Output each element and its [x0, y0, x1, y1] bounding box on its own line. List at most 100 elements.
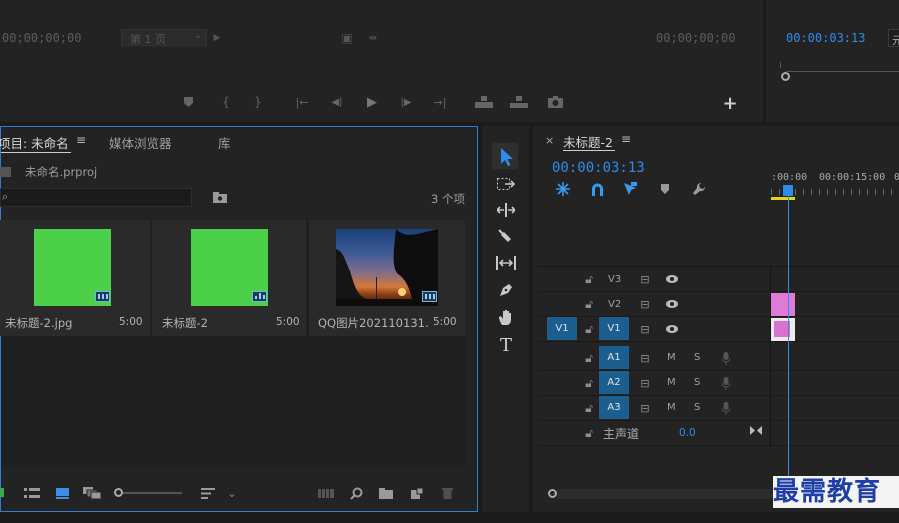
drag-audio-icon[interactable]: ⇹ [364, 31, 382, 45]
tab-project[interactable]: 项目: 未命名 ≡ [0, 133, 86, 151]
microphone-icon[interactable] [719, 375, 733, 391]
hamburger-icon[interactable]: ≡ [76, 133, 86, 147]
play-small-icon[interactable]: ▶ [210, 31, 224, 45]
trash-icon[interactable] [439, 485, 455, 501]
tab-media-browser[interactable]: 媒体浏览器 [109, 133, 172, 152]
play-icon[interactable]: ▶ [364, 94, 380, 110]
icon-view-icon[interactable] [54, 485, 70, 501]
zoom-slider[interactable] [120, 492, 182, 494]
step-forward-icon[interactable]: |▶ [398, 95, 414, 109]
list-view-icon[interactable] [23, 486, 41, 500]
master-volume-value[interactable]: 0.0 [679, 427, 696, 439]
new-bin-from-search-icon[interactable] [212, 190, 228, 204]
search-input[interactable]: ⌕ [0, 188, 192, 207]
go-to-in-icon[interactable]: |← [294, 95, 310, 109]
camera-icon[interactable] [546, 94, 564, 110]
program-timecode[interactable]: 00:00:03:13 [786, 31, 865, 45]
toggle-sync-lock-icon[interactable]: ⊟ [637, 401, 653, 415]
selection-tool[interactable] [492, 143, 518, 169]
new-bin-icon[interactable] [378, 486, 394, 500]
snap-magnet-icon[interactable] [589, 181, 605, 197]
source-timecode-right[interactable]: 00;00;00;00 [656, 31, 735, 45]
microphone-icon[interactable] [719, 350, 733, 366]
step-back-icon[interactable]: ◀| [329, 95, 345, 109]
clip-v2[interactable] [771, 293, 795, 316]
slip-tool-icon[interactable] [495, 254, 517, 272]
pen-tool-icon[interactable] [495, 281, 517, 299]
tab-library[interactable]: 库 [218, 133, 231, 152]
toggle-sync-lock-icon[interactable]: ⊟ [637, 297, 653, 311]
work-area-bar[interactable] [771, 197, 795, 200]
eye-icon[interactable] [664, 272, 680, 286]
list-item[interactable]: 未标题-2 5:00 [152, 220, 306, 336]
sort-icon[interactable] [200, 485, 216, 501]
track-lock-icon[interactable]: 🔓︎ [582, 376, 596, 390]
wrench-icon[interactable] [691, 181, 707, 197]
program-playhead-handle[interactable] [781, 72, 790, 81]
list-item[interactable]: 未标题-2.jpg 5:00 [0, 220, 150, 336]
insert-icon[interactable] [474, 94, 494, 110]
track-lock-icon[interactable]: 🔓︎ [582, 426, 596, 440]
linked-selection-icon[interactable] [622, 181, 638, 197]
marker-icon[interactable] [181, 95, 195, 109]
timeline-tab-title[interactable]: 未标题-2 [563, 132, 613, 151]
chevron-down-icon[interactable]: ⌄ [226, 485, 238, 501]
timeline-scroll-handle-left[interactable] [548, 489, 557, 498]
timeline-menu-icon[interactable]: ≡ [621, 132, 631, 146]
track-lock-icon[interactable]: 🔓︎ [582, 351, 596, 365]
nest-sequence-icon[interactable] [555, 181, 571, 197]
timeline-timecode[interactable]: 00:00:03:13 [552, 160, 645, 176]
source-patch-v1[interactable]: V1 [547, 317, 577, 340]
track-lock-icon[interactable]: 🔓︎ [582, 297, 596, 311]
timeline-close-button[interactable]: × [545, 134, 554, 147]
track-target-a2[interactable]: A2 [599, 371, 629, 394]
page-selector[interactable]: 第 1 页 ⌄ [121, 29, 207, 46]
track-lock-icon[interactable]: 🔓︎ [582, 401, 596, 415]
microphone-icon[interactable] [719, 400, 733, 416]
type-tool-icon[interactable]: T [495, 335, 517, 356]
find-icon[interactable] [348, 485, 364, 501]
list-item[interactable]: QQ图片202110131... 5:00 [309, 220, 465, 336]
automate-to-sequence-icon[interactable] [317, 486, 335, 500]
mark-in-icon[interactable]: { [219, 95, 233, 109]
add-marker-icon[interactable] [658, 182, 672, 196]
playhead-line[interactable] [788, 196, 789, 483]
freeform-view-icon[interactable] [82, 485, 102, 501]
solo-button[interactable]: S [694, 377, 700, 388]
source-timecode-left[interactable]: 00;00;00;00 [2, 31, 81, 45]
fit-dropdown[interactable]: 元 [888, 29, 899, 47]
zoom-slider-handle[interactable] [114, 488, 123, 497]
mute-button[interactable]: M [667, 377, 676, 388]
solo-button[interactable]: S [694, 402, 700, 413]
razor-tool-icon[interactable] [495, 228, 517, 246]
new-item-icon[interactable] [409, 486, 425, 500]
track-target-v1[interactable]: V1 [599, 317, 629, 340]
eye-icon[interactable] [664, 297, 680, 311]
ripple-edit-tool-icon[interactable] [495, 201, 517, 219]
add-button-icon[interactable]: + [721, 93, 739, 114]
mute-button[interactable]: M [667, 402, 676, 413]
hand-tool-icon[interactable] [495, 308, 517, 326]
lock-icon[interactable] [0, 488, 4, 497]
track-lock-icon[interactable]: 🔓︎ [582, 322, 596, 336]
toggle-sync-lock-icon[interactable]: ⊟ [637, 376, 653, 390]
track-target-a3[interactable]: A3 [599, 396, 629, 419]
toggle-sync-lock-icon[interactable]: ⊟ [637, 272, 653, 286]
playhead-handle[interactable] [783, 185, 793, 196]
go-to-out-icon[interactable]: →| [432, 95, 448, 109]
overwrite-icon[interactable] [509, 94, 529, 110]
clip-v1[interactable] [771, 318, 795, 341]
mute-button[interactable]: M [667, 352, 676, 363]
track-target-a1[interactable]: A1 [599, 346, 629, 369]
track-select-tool-icon[interactable] [495, 175, 517, 193]
track-lock-icon[interactable]: 🔓︎ [582, 272, 596, 286]
toggle-sync-lock-icon[interactable]: ⊟ [637, 351, 653, 365]
go-to-end-icon[interactable] [749, 423, 763, 437]
mark-out-icon[interactable]: } [251, 95, 265, 109]
eye-icon[interactable] [664, 322, 680, 336]
toggle-sync-lock-icon[interactable]: ⊟ [637, 322, 653, 336]
solo-button[interactable]: S [694, 352, 700, 363]
master-track-label: 主声道 [603, 427, 640, 441]
program-scrubber-track[interactable] [786, 71, 899, 72]
film-icon[interactable]: ▣ [340, 31, 354, 45]
